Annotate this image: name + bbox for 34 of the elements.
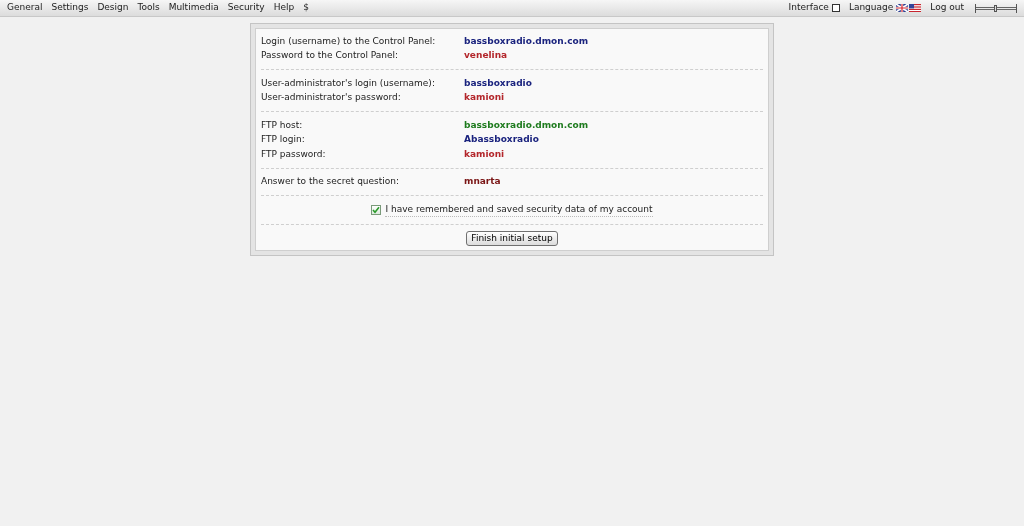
menu-item[interactable]: General	[7, 1, 43, 15]
menu-item[interactable]: Settings	[51, 1, 89, 15]
field-value: venelina	[464, 49, 508, 62]
slider-thumb[interactable]	[994, 4, 997, 12]
menu-item[interactable]: Design	[97, 1, 129, 15]
confirm-checkbox[interactable]	[371, 205, 382, 215]
field-value: bassboxradio.dmon.com	[464, 34, 589, 48]
menu-item[interactable]: Multimedia	[168, 1, 219, 15]
field-value: mnarta	[464, 175, 501, 188]
field-value: kamioni	[464, 91, 505, 104]
flags-icon[interactable]	[896, 4, 922, 12]
finish-setup-button[interactable]: Finish initial setup	[466, 231, 558, 246]
interface-checkbox[interactable]	[831, 4, 840, 12]
field-value: bassboxradio	[464, 76, 532, 90]
field-value: kamioni	[464, 147, 505, 161]
field-label: FTP password:	[261, 147, 327, 161]
field-label: User-administrator's login (username):	[261, 76, 436, 90]
field-value: Abassboxradio	[464, 133, 539, 146]
field-label: Login (username) to the Control Panel:	[261, 34, 437, 48]
menu-item[interactable]: Tools	[137, 1, 160, 15]
logout-link[interactable]: Log out	[930, 1, 964, 15]
size-slider[interactable]	[975, 3, 1017, 13]
field-label: FTP login:	[261, 133, 306, 146]
field-label: Answer to the secret question:	[261, 175, 401, 188]
menu-item[interactable]: Security	[227, 1, 265, 15]
field-label: User-administrator's password:	[261, 91, 402, 104]
confirm-label[interactable]: I have remembered and saved security data of my account	[385, 202, 653, 218]
interface-link[interactable]: Interface	[788, 1, 829, 15]
menu-item[interactable]: $	[303, 1, 309, 15]
menu-item[interactable]: Help	[273, 1, 295, 15]
field-label: Password to the Control Panel:	[261, 49, 400, 62]
language-link[interactable]: Language	[848, 1, 894, 15]
field-value: bassboxradio.dmon.com	[464, 118, 589, 132]
field-label: FTP host:	[261, 118, 304, 132]
